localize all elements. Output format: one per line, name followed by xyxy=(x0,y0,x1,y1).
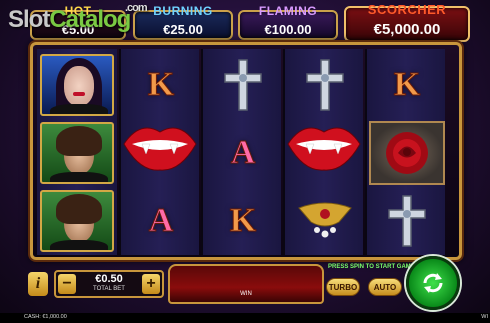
autoplay-button[interactable]: AUTO xyxy=(368,278,402,296)
symbol-brooch xyxy=(285,187,365,255)
reel-3: A K xyxy=(201,49,281,255)
jackpot-name: BURNING xyxy=(153,4,213,18)
reel-5: K xyxy=(365,49,445,255)
symbol-vampire-man xyxy=(37,187,117,255)
cross-icon xyxy=(224,59,262,111)
jackpot-value: €5,000.00 xyxy=(373,21,441,38)
spin-arrows-icon xyxy=(423,273,443,293)
symbol-cross xyxy=(367,187,447,255)
jackpot-name: SCORCHER xyxy=(367,2,447,17)
cross-icon xyxy=(306,59,344,111)
symbol-a: A xyxy=(203,119,283,187)
jackpot-value: €25.00 xyxy=(163,22,203,37)
k-letter: K xyxy=(229,202,257,240)
status-bar: CASH: €1,000.00 WI xyxy=(0,313,490,323)
brooch-icon xyxy=(298,202,352,238)
reel-frame: K A A K K xyxy=(30,42,462,260)
win-display: WIN xyxy=(168,264,324,304)
jackpot-name: FLAMING xyxy=(258,4,318,18)
jackpot-flaming: FLAMING €100.00 xyxy=(238,4,338,40)
win-label: WIN xyxy=(240,291,252,297)
k-letter: K xyxy=(147,66,175,104)
vampire-man-portrait xyxy=(40,190,114,252)
cash-balance: CASH: €1,000.00 xyxy=(24,314,67,320)
a-letter: A xyxy=(230,134,256,172)
jackpot-burning: BURNING €25.00 xyxy=(133,4,233,40)
bet-decrease-button[interactable]: − xyxy=(58,274,76,294)
total-bet-label: TOTAL BET xyxy=(93,286,125,292)
bet-selector: − €0.50 TOTAL BET + xyxy=(54,270,164,298)
lips-icon xyxy=(287,127,361,171)
status-message: PRESS SPIN TO START GAME xyxy=(328,264,415,270)
bet-increase-button[interactable]: + xyxy=(142,274,160,294)
info-button[interactable]: i xyxy=(28,272,48,296)
watermark-text-b: Catalog xyxy=(49,6,131,33)
symbol-k: K xyxy=(367,51,447,119)
lips-icon xyxy=(123,127,197,171)
symbol-vampire-man xyxy=(37,119,117,187)
spin-button[interactable] xyxy=(406,256,460,310)
reel-1 xyxy=(37,49,117,255)
control-bar: i − €0.50 TOTAL BET + WIN PRESS SPIN TO … xyxy=(28,256,468,312)
symbol-k: K xyxy=(203,187,283,255)
vampire-man-portrait xyxy=(40,122,114,184)
watermark-suffix: .com xyxy=(125,2,148,14)
status-right-text: WI xyxy=(481,314,488,320)
symbol-cross xyxy=(203,51,283,119)
k-letter: K xyxy=(393,66,421,104)
watermark-logo: SlotCatalog .com xyxy=(8,2,148,34)
symbol-vampire-woman xyxy=(37,51,117,119)
symbol-rose xyxy=(367,119,447,187)
total-bet-value: €0.50 xyxy=(95,273,123,285)
symbol-lips xyxy=(119,105,201,187)
symbol-a: A xyxy=(121,187,201,255)
cross-icon xyxy=(388,195,426,247)
jackpot-scorcher: SCORCHER €5,000.00 xyxy=(344,2,470,42)
watermark-text-a: Slot xyxy=(8,6,50,33)
vampire-woman-portrait xyxy=(40,54,114,116)
symbol-lips xyxy=(283,105,365,187)
rose-frame xyxy=(369,121,445,185)
rose-icon xyxy=(386,132,428,174)
turbo-button[interactable]: TURBO xyxy=(326,278,360,296)
jackpot-value: €100.00 xyxy=(264,22,312,37)
a-letter: A xyxy=(148,202,174,240)
